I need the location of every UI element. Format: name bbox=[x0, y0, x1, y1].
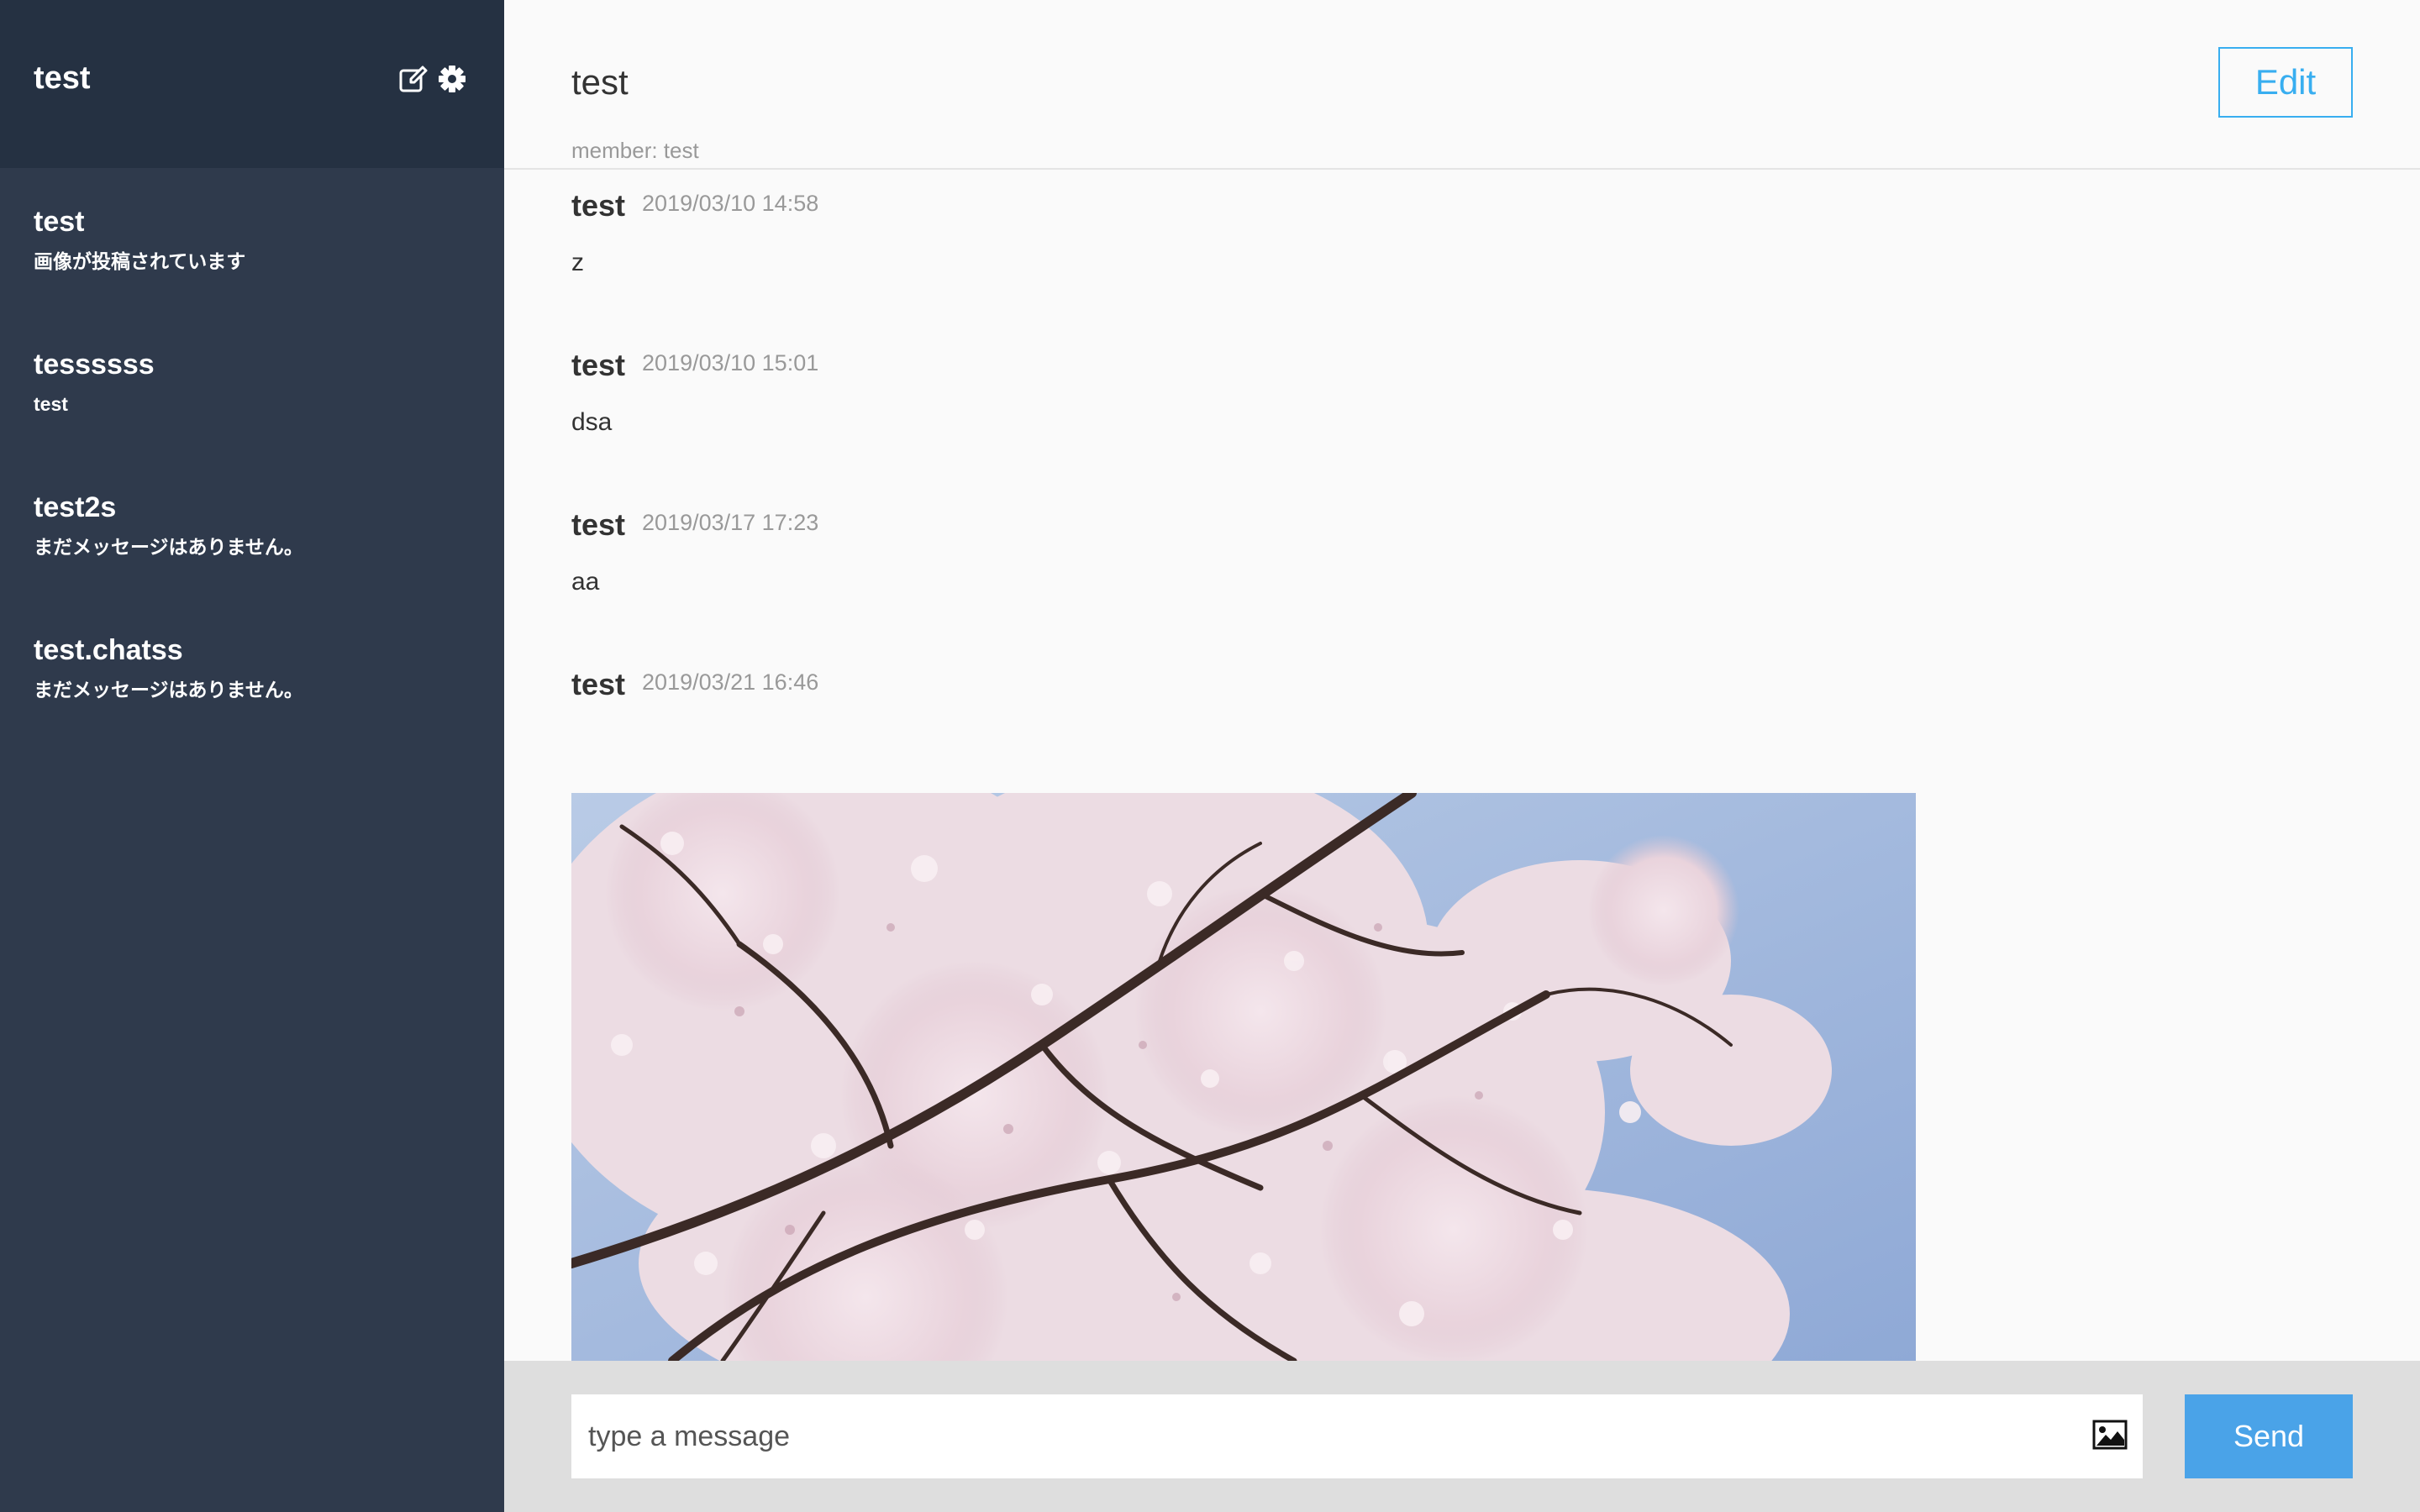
message-date: 2019/03/17 17:23 bbox=[642, 510, 819, 535]
chat-app: test test 画像が投稿されています tessssss test test… bbox=[0, 0, 2420, 1512]
message-user: test bbox=[571, 507, 626, 542]
message-meta: test 2019/03/10 14:58 bbox=[571, 188, 818, 223]
message-user: test bbox=[571, 348, 626, 382]
group-last-message: test bbox=[34, 393, 68, 415]
group-item[interactable]: test 画像が投稿されています bbox=[0, 168, 504, 311]
group-name: test.chatss bbox=[34, 634, 183, 666]
message-form: Send bbox=[504, 1361, 2420, 1512]
message-input-box bbox=[571, 1394, 2143, 1478]
message: test 2019/03/10 15:01 dsa bbox=[571, 331, 2420, 491]
message-text: dsa bbox=[571, 408, 613, 436]
message-meta: test 2019/03/10 15:01 bbox=[571, 348, 818, 383]
message-user: test bbox=[571, 188, 626, 223]
send-button[interactable]: Send bbox=[2185, 1394, 2353, 1478]
chat-header: test member: test Edit bbox=[504, 0, 2420, 170]
chat-main: test member: test Edit test 2019/03/10 1… bbox=[504, 0, 2420, 1512]
message-text: aa bbox=[571, 568, 600, 596]
chat-title: test bbox=[571, 62, 629, 102]
image-icon[interactable] bbox=[2092, 1420, 2128, 1450]
message-date: 2019/03/10 14:58 bbox=[642, 191, 819, 216]
cherry-blossom-photo[interactable] bbox=[571, 793, 1916, 1361]
message: test 2019/03/17 17:23 aa bbox=[571, 491, 2420, 650]
group-last-message: まだメッセージはありません。 bbox=[34, 679, 303, 701]
message-text: z bbox=[571, 249, 584, 276]
current-user-name: test bbox=[34, 60, 91, 96]
edit-button[interactable]: Edit bbox=[2218, 47, 2353, 118]
message-input[interactable] bbox=[571, 1394, 2067, 1478]
edit-icon[interactable] bbox=[398, 64, 429, 94]
message-date: 2019/03/21 16:46 bbox=[642, 669, 819, 695]
group-name: test2s bbox=[34, 491, 117, 523]
photo-image bbox=[571, 793, 1916, 1361]
group-item[interactable]: test.chatss まだメッセージはありません。 bbox=[0, 596, 504, 739]
group-name: test bbox=[34, 206, 85, 238]
message-date: 2019/03/10 15:01 bbox=[642, 350, 819, 375]
message: test 2019/03/21 16:46 bbox=[571, 650, 2420, 810]
member-list: member: test bbox=[571, 138, 699, 163]
group-last-message: 画像が投稿されています bbox=[34, 250, 246, 272]
message-meta: test 2019/03/17 17:23 bbox=[571, 507, 818, 543]
group-name: tessssss bbox=[34, 349, 155, 381]
sidebar-header-actions bbox=[398, 64, 467, 94]
group-list: test 画像が投稿されています tessssss test test2s まだ… bbox=[0, 168, 504, 739]
message-meta: test 2019/03/21 16:46 bbox=[571, 667, 818, 702]
group-item[interactable]: test2s まだメッセージはありません。 bbox=[0, 454, 504, 596]
group-item[interactable]: tessssss test bbox=[0, 311, 504, 454]
message-user: test bbox=[571, 667, 626, 701]
group-last-message: まだメッセージはありません。 bbox=[34, 536, 303, 558]
gear-icon[interactable] bbox=[437, 64, 467, 94]
sidebar: test test 画像が投稿されています tessssss test test… bbox=[0, 0, 504, 1512]
message: test 2019/03/10 14:58 z bbox=[571, 171, 2420, 331]
sidebar-header: test bbox=[0, 0, 504, 168]
